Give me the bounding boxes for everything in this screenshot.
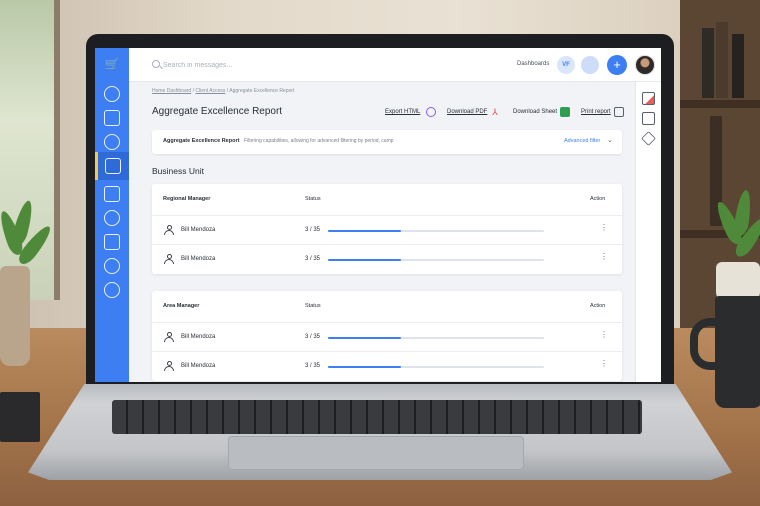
avatar-vf[interactable]: VF [557, 56, 575, 74]
chevron-down-icon[interactable]: ⌄ [607, 136, 613, 144]
pdf-icon[interactable]: ⅄ [490, 107, 500, 117]
breadcrumb-client-access[interactable]: Client Access [195, 88, 225, 94]
add-button[interactable]: + [607, 55, 627, 75]
row-name: Bill Mendoza [181, 363, 216, 369]
import-icon[interactable] [104, 234, 120, 250]
column-header-action: Action [590, 303, 606, 309]
advanced-filter-link[interactable]: Advanced filter [564, 138, 600, 144]
cart-icon[interactable]: 🛒 [104, 56, 120, 72]
video-icon[interactable] [642, 92, 655, 105]
filter-bar: Aggregate Excellence Report Filtering ca… [152, 130, 622, 154]
column-header-manager: Regional Manager [163, 196, 211, 202]
breadcrumb-separator: / [192, 88, 194, 94]
row-name: Bill Mendoza [181, 256, 216, 262]
laptop-trackpad [228, 436, 524, 470]
sheet-icon[interactable] [560, 107, 570, 117]
book [732, 34, 744, 98]
shelf-board [680, 100, 760, 108]
user-avatar[interactable] [635, 55, 655, 75]
help-icon[interactable] [104, 282, 120, 298]
filter-description: Filtering capabilities, allowing for adv… [244, 138, 394, 144]
row-menu-icon[interactable]: ⋮ [600, 253, 608, 261]
layers-icon[interactable] [641, 131, 656, 146]
download-pdf-button[interactable]: Download PDF [447, 109, 487, 115]
book [702, 28, 714, 98]
documents-icon[interactable] [104, 186, 120, 202]
mail-icon[interactable] [104, 110, 120, 126]
avatar-placeholder[interactable] [581, 56, 599, 74]
book [716, 22, 728, 98]
globe-icon[interactable] [104, 210, 120, 226]
progress-fill [328, 337, 402, 339]
table-row[interactable]: Bill Mendoza 3 / 35 ⋮ [152, 215, 622, 244]
plant-pot-left [0, 266, 30, 366]
breadcrumb: Home Dashboard / Client Access / Aggrega… [152, 88, 294, 94]
progress-fill [328, 230, 402, 232]
person-icon [164, 225, 174, 235]
row-status: 3 / 35 [305, 334, 321, 340]
print-report-button[interactable]: Print report [581, 109, 611, 115]
export-html-icon[interactable] [426, 107, 436, 117]
area-manager-table: Area Manager Status Action Bill Mendoza … [152, 291, 622, 381]
dashboards-link[interactable]: Dashboards [517, 61, 549, 67]
sidebar: 🛒 [95, 48, 129, 382]
progress-bar [328, 259, 544, 261]
printer-icon[interactable] [614, 107, 624, 117]
person-icon [164, 332, 174, 342]
compass-icon[interactable] [104, 134, 120, 150]
table-row[interactable]: Bill Mendoza 3 / 35 ⋮ [152, 244, 622, 273]
lightbulb-icon[interactable] [104, 258, 120, 274]
table-row[interactable]: Bill Mendoza 3 / 35 ⋮ [152, 322, 622, 351]
progress-bar [328, 230, 544, 232]
row-name: Bill Mendoza [181, 334, 216, 340]
row-name: Bill Mendoza [181, 227, 216, 233]
row-status: 3 / 35 [305, 256, 321, 262]
regional-manager-table: Regional Manager Status Action Bill Mend… [152, 184, 622, 274]
page-title: Aggregate Excellence Report [152, 106, 283, 117]
filter-title: Aggregate Excellence Report [163, 138, 240, 144]
right-rail [635, 82, 661, 382]
column-header-manager: Area Manager [163, 303, 200, 309]
search-icon [152, 60, 160, 68]
section-title: Business Unit [152, 166, 204, 176]
column-header-status: Status [305, 303, 321, 309]
laptop-keyboard [112, 400, 642, 434]
download-sheet-button[interactable]: Download Sheet [513, 109, 557, 115]
coffee-mug [715, 296, 760, 408]
column-header-status: Status [305, 196, 321, 202]
notebook [0, 392, 40, 442]
progress-fill [328, 366, 402, 368]
table-row[interactable]: Bill Mendoza 3 / 35 ⋮ [152, 351, 622, 380]
row-menu-icon[interactable]: ⋮ [600, 224, 608, 232]
progress-bar [328, 366, 544, 368]
search-input[interactable] [163, 58, 363, 72]
app-screen: 🛒 Dashboards VF + Home Dashboard / Clien… [95, 48, 661, 382]
breadcrumb-home[interactable]: Home Dashboard [152, 88, 191, 94]
row-status: 3 / 35 [305, 363, 321, 369]
sidebar-item-active[interactable] [95, 152, 129, 180]
settings-icon[interactable] [104, 86, 120, 102]
column-header-action: Action [590, 196, 606, 202]
row-menu-icon[interactable]: ⋮ [600, 360, 608, 368]
breadcrumb-current: Aggregate Excellence Report [229, 88, 295, 94]
export-html-button[interactable]: Export HTML [385, 109, 420, 115]
hand-pointer-icon [105, 158, 121, 174]
row-status: 3 / 35 [305, 227, 321, 233]
progress-fill [328, 259, 402, 261]
row-menu-icon[interactable]: ⋮ [600, 331, 608, 339]
person-icon [164, 254, 174, 264]
person-icon [164, 361, 174, 371]
progress-bar [328, 337, 544, 339]
calendar-icon[interactable] [642, 112, 655, 125]
breadcrumb-separator: / [226, 88, 229, 94]
top-bar: Dashboards VF + [129, 48, 661, 82]
